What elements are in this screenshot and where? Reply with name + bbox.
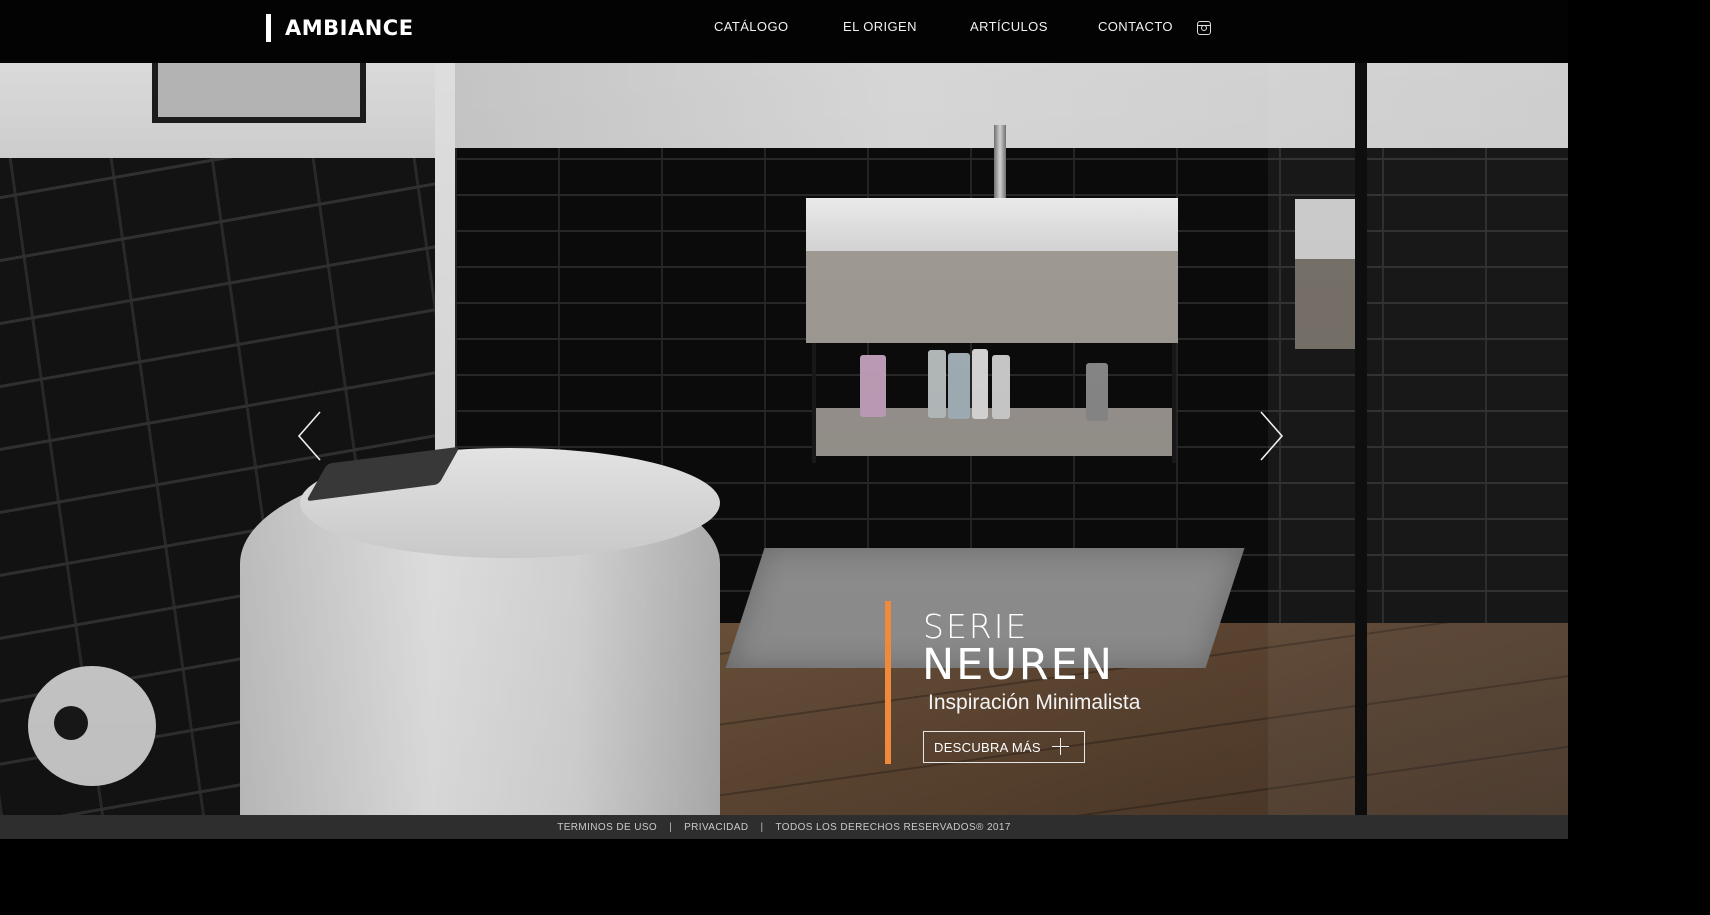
- logo[interactable]: AMBIANCE: [266, 14, 414, 42]
- chevron-right-icon: [1260, 411, 1284, 461]
- plus-icon: [1052, 738, 1069, 755]
- terms-link[interactable]: TERMINOS DE USO: [557, 822, 657, 833]
- nav-item-el-origen[interactable]: EL ORIGEN: [843, 19, 917, 34]
- site-header: AMBIANCE CATÁLOGO EL ORIGEN ARTÍCULOS CO…: [0, 0, 1568, 63]
- logo-bar: [266, 14, 271, 42]
- footer-separator: |: [760, 821, 764, 833]
- site-footer: TERMINOS DE USO | PRIVACIDAD | TODOS LOS…: [0, 815, 1568, 839]
- nav-item-articulos[interactable]: ARTÍCULOS: [970, 19, 1048, 34]
- footer-separator: |: [669, 821, 673, 833]
- chevron-left-icon: [297, 411, 321, 461]
- nav-item-contacto[interactable]: CONTACTO: [1098, 19, 1173, 34]
- logo-text: AMBIANCE: [285, 16, 414, 40]
- copyright-text: TODOS LOS DERECHOS RESERVADOS® 2017: [775, 821, 1011, 833]
- instagram-icon[interactable]: [1197, 21, 1211, 35]
- discover-more-label: DESCUBRA MÁS: [934, 739, 1041, 755]
- privacy-link[interactable]: PRIVACIDAD: [684, 822, 748, 833]
- slider-next-button[interactable]: [1257, 410, 1285, 462]
- caption-subtitle: Inspiración Minimalista: [928, 691, 1141, 714]
- caption-accent-bar: [885, 601, 891, 764]
- hero-slider: SERIE NEUREN Inspiración Minimalista DES…: [0, 63, 1568, 815]
- discover-more-button[interactable]: DESCUBRA MÁS: [923, 731, 1085, 763]
- caption-product-name: NEUREN: [922, 640, 1115, 690]
- slider-prev-button[interactable]: [296, 410, 324, 462]
- nav-item-catalogo[interactable]: CATÁLOGO: [714, 19, 788, 34]
